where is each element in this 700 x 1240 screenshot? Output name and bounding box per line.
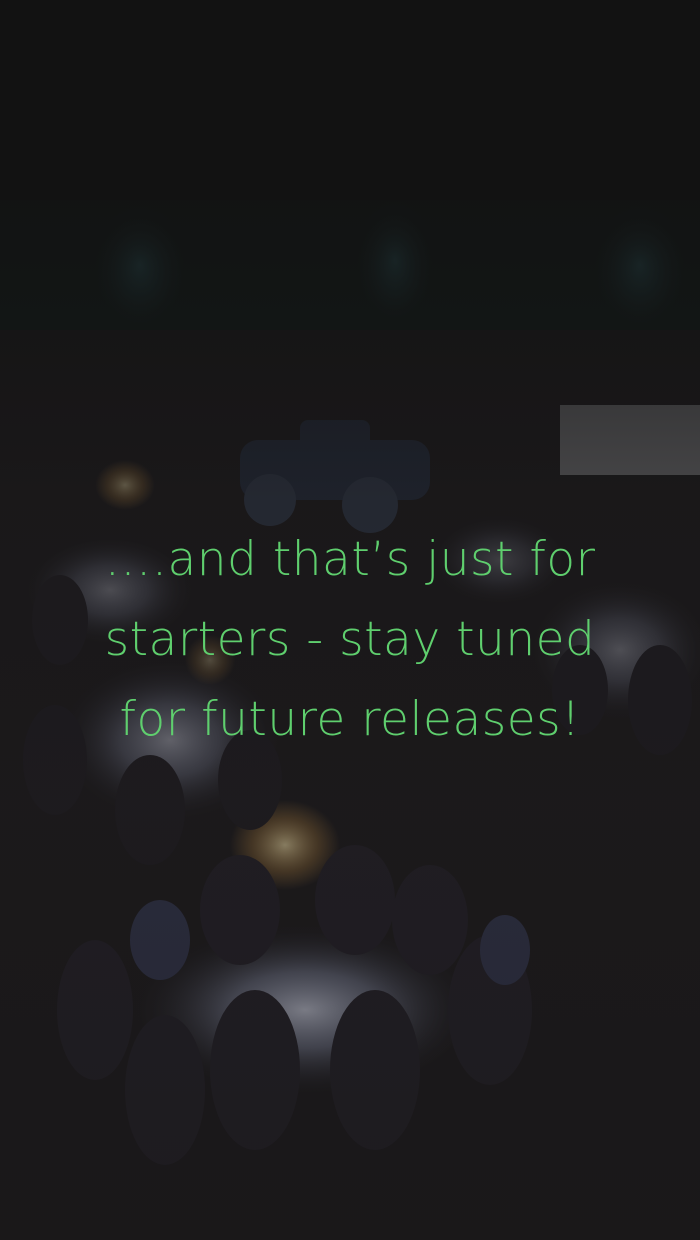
promo-message-line-1: ….and that’s just for <box>104 532 596 587</box>
promo-message-line-3: for future releases! <box>119 692 581 747</box>
promo-message-line-2: starters - stay tuned <box>104 612 596 667</box>
promo-message: ….and that’s just for starters - stay tu… <box>40 520 660 760</box>
promo-screen: ….and that’s just for starters - stay tu… <box>0 0 700 1240</box>
